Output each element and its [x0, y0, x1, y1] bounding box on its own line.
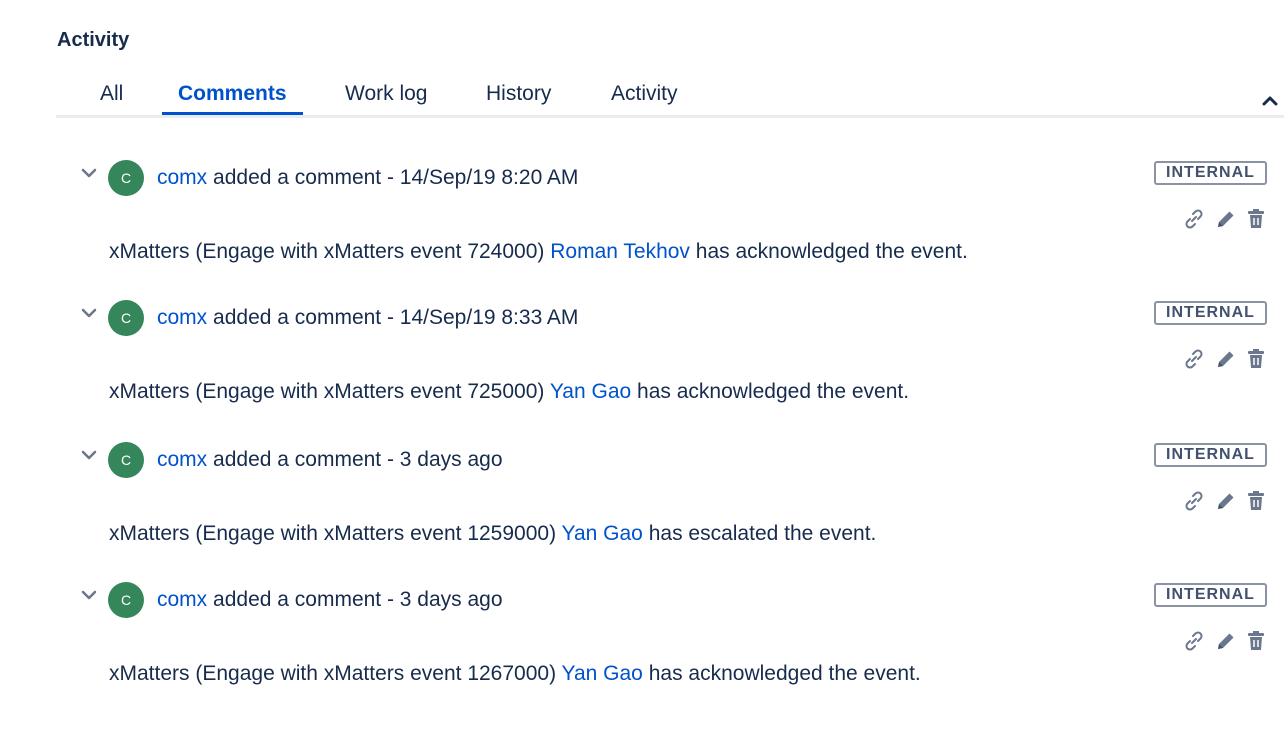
link-icon[interactable] — [1182, 629, 1206, 653]
user-mention-link[interactable]: Yan Gao — [562, 662, 643, 685]
link-icon[interactable] — [1182, 347, 1206, 371]
avatar[interactable]: C — [108, 300, 144, 336]
comment-meta: added a comment - 3 days ago — [213, 448, 503, 471]
comment-meta: added a comment - 14/Sep/19 8:20 AM — [213, 166, 579, 189]
author-link[interactable]: comx — [157, 166, 207, 189]
trash-icon[interactable] — [1244, 489, 1268, 513]
comment-item: C comx added a comment - 14/Sep/19 8:20 … — [0, 160, 1284, 300]
tab-all[interactable]: All — [84, 82, 139, 115]
comment-meta: added a comment - 3 days ago — [213, 588, 503, 611]
comment-header: comx added a comment - 3 days ago — [157, 448, 503, 472]
comment-meta: added a comment - 14/Sep/19 8:33 AM — [213, 306, 579, 329]
chevron-down-icon[interactable] — [80, 448, 98, 462]
author-link[interactable]: comx — [157, 448, 207, 471]
comment-actions — [1182, 629, 1272, 655]
link-icon[interactable] — [1182, 489, 1206, 513]
pencil-icon[interactable] — [1214, 489, 1238, 513]
link-icon[interactable] — [1182, 207, 1206, 231]
trash-icon[interactable] — [1244, 629, 1268, 653]
tab-comments[interactable]: Comments — [162, 82, 303, 115]
avatar[interactable]: C — [108, 582, 144, 618]
chevron-down-icon[interactable] — [80, 588, 98, 602]
tab-activity[interactable]: Activity — [595, 82, 694, 115]
pencil-icon[interactable] — [1214, 207, 1238, 231]
comment-body: xMatters (Engage with xMatters event 725… — [109, 380, 909, 404]
comment-body-text: xMatters (Engage with xMatters event 125… — [109, 522, 557, 545]
chevron-up-icon[interactable] — [1262, 94, 1278, 108]
activity-tabs: All Comments Work log History Activity — [56, 70, 1284, 118]
comment-actions — [1182, 347, 1272, 373]
comment-body-text: xMatters (Engage with xMatters event 126… — [109, 662, 557, 685]
comment-body-text: has acknowledged the event. — [648, 662, 921, 685]
trash-icon[interactable] — [1244, 347, 1268, 371]
internal-badge: INTERNAL — [1154, 583, 1267, 607]
comment-body: xMatters (Engage with xMatters event 724… — [109, 240, 968, 264]
tab-history[interactable]: History — [470, 82, 567, 115]
avatar[interactable]: C — [108, 442, 144, 478]
chevron-down-icon[interactable] — [80, 306, 98, 320]
comment-item: C comx added a comment - 3 days ago INTE… — [0, 582, 1284, 722]
avatar[interactable]: C — [108, 160, 144, 196]
user-mention-link[interactable]: Roman Tekhov — [550, 240, 690, 263]
comment-item: C comx added a comment - 3 days ago INTE… — [0, 442, 1284, 582]
internal-badge: INTERNAL — [1154, 443, 1267, 467]
comment-body-text: has acknowledged the event. — [637, 380, 910, 403]
chevron-down-icon[interactable] — [80, 166, 98, 180]
comment-actions — [1182, 207, 1272, 233]
comment-header: comx added a comment - 14/Sep/19 8:33 AM — [157, 306, 578, 330]
comment-body-text: has acknowledged the event. — [695, 240, 968, 263]
pencil-icon[interactable] — [1214, 347, 1238, 371]
author-link[interactable]: comx — [157, 588, 207, 611]
comment-body-text: xMatters (Engage with xMatters event 724… — [109, 240, 545, 263]
user-mention-link[interactable]: Yan Gao — [562, 522, 643, 545]
pencil-icon[interactable] — [1214, 629, 1238, 653]
comment-item: C comx added a comment - 14/Sep/19 8:33 … — [0, 300, 1284, 440]
comment-header: comx added a comment - 3 days ago — [157, 588, 503, 612]
tab-work-log[interactable]: Work log — [329, 82, 443, 115]
comment-body-text: xMatters (Engage with xMatters event 725… — [109, 380, 545, 403]
user-mention-link[interactable]: Yan Gao — [550, 380, 631, 403]
comment-header: comx added a comment - 14/Sep/19 8:20 AM — [157, 166, 578, 190]
internal-badge: INTERNAL — [1154, 301, 1267, 325]
comment-actions — [1182, 489, 1272, 515]
comment-body: xMatters (Engage with xMatters event 125… — [109, 522, 876, 546]
comment-body-text: has escalated the event. — [648, 522, 877, 545]
trash-icon[interactable] — [1244, 207, 1268, 231]
activity-section-title: Activity — [57, 29, 130, 51]
comment-body: xMatters (Engage with xMatters event 126… — [109, 662, 921, 686]
internal-badge: INTERNAL — [1154, 161, 1267, 185]
author-link[interactable]: comx — [157, 306, 207, 329]
